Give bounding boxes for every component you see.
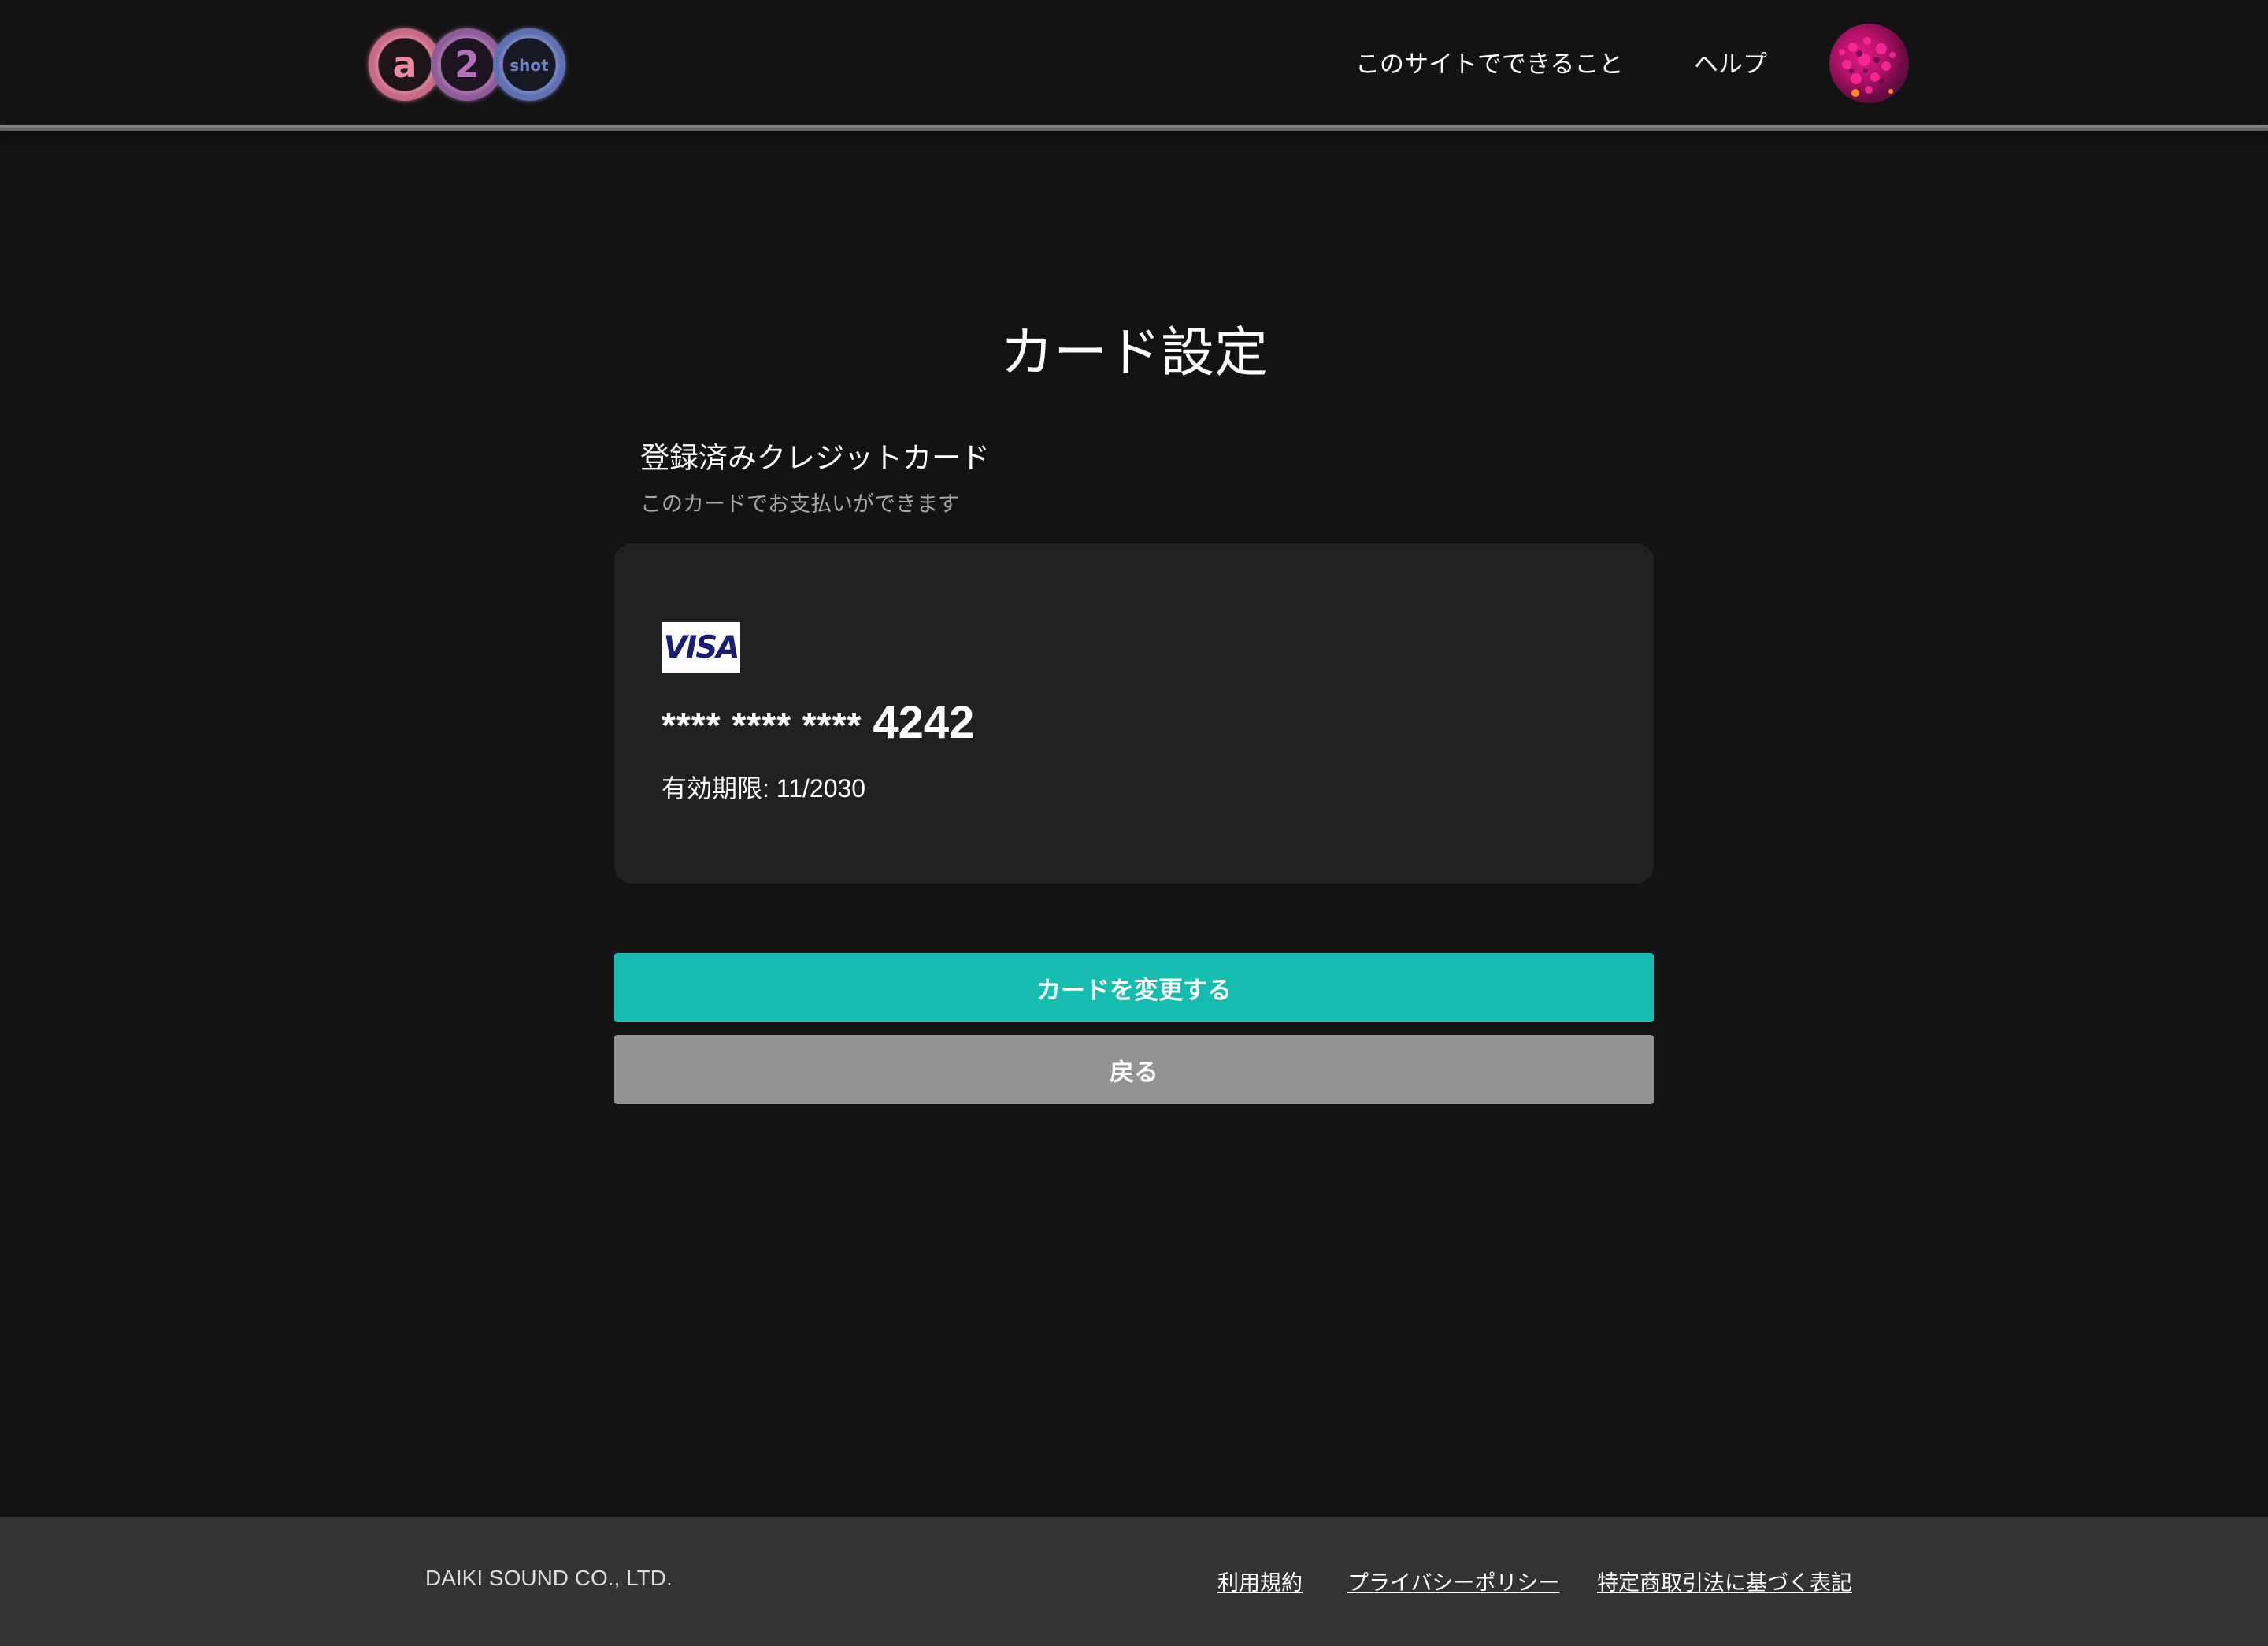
footer-link-privacy-policy[interactable]: プライバシーポリシー	[1347, 1566, 1559, 1596]
user-avatar-icon	[1839, 37, 1896, 97]
back-button[interactable]: 戻る	[614, 1035, 1654, 1104]
logo-letter-2: 2	[454, 43, 480, 86]
user-avatar[interactable]	[1829, 24, 1909, 103]
logo-letter-shot: shot	[510, 56, 549, 75]
footer-link-terms[interactable]: 利用規約	[1217, 1566, 1303, 1596]
registered-card-description: このカードでお支払いができます	[640, 492, 959, 517]
footer-company-name: DAIKI SOUND CO., LTD.	[425, 1566, 673, 1590]
site-header: a 2 shot このサイトでできること ヘルプ	[0, 0, 2268, 126]
registered-card-panel: VISA **** **** **** 4242 有効期限: 11/2030	[614, 543, 1654, 884]
logo-letter-a: a	[392, 43, 417, 86]
header-divider	[0, 125, 2268, 131]
card-number: **** **** **** 4242	[662, 696, 974, 749]
nav-help[interactable]: ヘルプ	[1694, 44, 1767, 80]
card-number-last4: 4242	[873, 697, 975, 748]
card-expiry: 有効期限: 11/2030	[662, 774, 866, 803]
registered-card-heading: 登録済みクレジットカード	[640, 441, 990, 475]
nav-what-you-can-do[interactable]: このサイトでできること	[1355, 44, 1623, 80]
card-brand: VISA	[663, 629, 740, 665]
footer-link-specified-commercial-transactions[interactable]: 特定商取引法に基づく表記	[1597, 1566, 1852, 1596]
site-logo[interactable]: a 2 shot	[364, 24, 570, 106]
page-title: カード設定	[999, 322, 1268, 384]
a2shot-logo-icon: a 2 shot	[369, 28, 565, 101]
card-number-mask: **** **** ****	[662, 705, 862, 746]
change-card-button[interactable]: カードを変更する	[614, 953, 1654, 1022]
site-footer: DAIKI SOUND CO., LTD. 利用規約 プライバシーポリシー 特定…	[0, 1517, 2268, 1646]
visa-logo-icon: VISA	[662, 622, 740, 673]
